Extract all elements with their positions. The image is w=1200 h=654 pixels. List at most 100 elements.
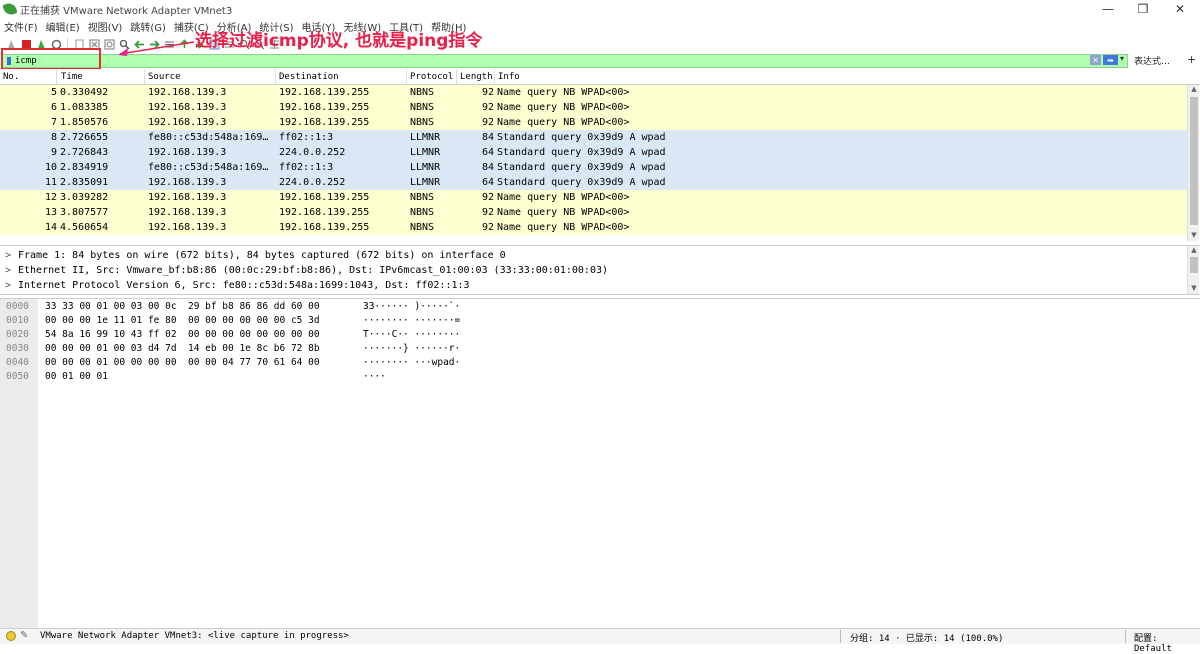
packet-info: Standard query 0x39d9 A wpad <box>497 147 666 158</box>
expression-button[interactable]: 表达式… <box>1134 54 1170 67</box>
bytes-hex[interactable]: 00 00 00 01 00 00 00 00 00 00 04 77 70 6… <box>45 356 320 370</box>
profile-selector[interactable]: 配置: Default <box>1134 631 1200 654</box>
packet-length: 64 <box>481 147 494 158</box>
packet-no: 10 <box>44 162 57 173</box>
column-header-destination[interactable]: Destination <box>276 69 407 85</box>
packet-list-header: No. Time Source Destination Protocol Len… <box>0 69 1200 85</box>
packet-destination: 192.168.139.255 <box>279 192 370 203</box>
scroll-thumb[interactable] <box>1190 97 1198 225</box>
bytes-ascii[interactable]: ········ ·······= <box>363 314 460 328</box>
capture-comment-icon[interactable]: ✎ <box>20 630 28 641</box>
bytes-offset: 0010 <box>6 315 29 326</box>
bytes-ascii[interactable]: 33······ )·····`· <box>363 300 460 314</box>
bytes-ascii[interactable]: ···· <box>363 370 386 384</box>
menu-file[interactable]: 文件(F) <box>4 19 38 34</box>
column-header-source[interactable]: Source <box>145 69 276 85</box>
wireshark-fin-icon <box>2 1 18 17</box>
packet-protocol: NBNS <box>410 207 435 218</box>
packet-info: Standard query 0x39d9 A wpad <box>497 177 666 188</box>
packet-no: 11 <box>44 177 57 188</box>
expert-info-led-icon[interactable] <box>6 631 16 641</box>
packet-length: 92 <box>481 102 494 113</box>
bytes-ascii[interactable]: ········ ···wpad· <box>363 356 460 370</box>
bytes-hex[interactable]: 33 33 00 01 00 03 00 0c 29 bf b8 86 86 d… <box>45 300 320 314</box>
add-filter-button[interactable]: + <box>1187 53 1196 66</box>
packet-time: 4.560654 <box>60 222 109 233</box>
packet-row[interactable]: 11 2.835091 192.168.139.3 224.0.0.252 LL… <box>0 175 1187 190</box>
packet-info: Name query NB WPAD<00> <box>497 192 630 203</box>
packet-row[interactable]: 14 4.560654 192.168.139.3 192.168.139.25… <box>0 220 1187 235</box>
packet-source: 192.168.139.3 <box>148 207 227 218</box>
clear-filter-icon[interactable]: ✕ <box>1090 55 1101 65</box>
packet-row[interactable]: 5 0.330492 192.168.139.3 192.168.139.255… <box>0 85 1187 100</box>
bytes-offset: 0020 <box>6 329 29 340</box>
expand-chevron-icon[interactable]: > <box>5 248 11 263</box>
packet-row[interactable]: 13 3.807577 192.168.139.3 192.168.139.25… <box>0 205 1187 220</box>
scroll-up-icon[interactable]: ▲ <box>1188 85 1200 95</box>
packet-destination: 192.168.139.255 <box>279 102 370 113</box>
menu-bar: 文件(F) 编辑(E) 视图(V) 跳转(G) 捕获(C) 分析(A) 统计(S… <box>0 18 1200 35</box>
filter-history-chevron-icon[interactable]: ▾ <box>1120 54 1124 63</box>
packet-source: 192.168.139.3 <box>148 177 227 188</box>
bytes-hex[interactable]: 00 00 00 1e 11 01 fe 80 00 00 00 00 00 0… <box>45 314 320 328</box>
packet-info: Name query NB WPAD<00> <box>497 87 630 98</box>
packet-row[interactable]: 9 2.726843 192.168.139.3 224.0.0.252 LLM… <box>0 145 1187 160</box>
packet-row[interactable]: 12 3.039282 192.168.139.3 192.168.139.25… <box>0 190 1187 205</box>
maximize-button[interactable]: ❐ <box>1125 0 1161 18</box>
column-header-info[interactable]: Info <box>495 69 1187 85</box>
packet-time: 0.330492 <box>60 87 109 98</box>
packet-protocol: NBNS <box>410 87 435 98</box>
bytes-ascii[interactable]: T····C·· ········ <box>363 328 460 342</box>
packet-length: 92 <box>481 192 494 203</box>
apply-filter-icon[interactable]: ➡ <box>1103 55 1118 65</box>
packet-destination: 192.168.139.255 <box>279 87 370 98</box>
packet-no: 7 <box>50 117 57 128</box>
packet-row[interactable]: 10 2.834919 fe80::c53d:548a:169… ff02::1… <box>0 160 1187 175</box>
packet-row[interactable]: 7 1.850576 192.168.139.3 192.168.139.255… <box>0 115 1187 130</box>
status-divider <box>1125 630 1126 643</box>
scroll-thumb[interactable] <box>1190 257 1198 273</box>
column-header-length[interactable]: Length <box>457 69 495 85</box>
packet-protocol: NBNS <box>410 102 435 113</box>
packet-row[interactable]: 8 2.726655 fe80::c53d:548a:169… ff02::1:… <box>0 130 1187 145</box>
packet-info: Name query NB WPAD<00> <box>497 102 630 113</box>
packet-list-scrollbar[interactable]: ▲ ▼ <box>1187 85 1199 241</box>
packet-time: 1.850576 <box>60 117 109 128</box>
menu-view[interactable]: 视图(V) <box>88 19 123 34</box>
scroll-up-icon[interactable]: ▲ <box>1188 246 1200 256</box>
filter-highlight-box <box>1 48 101 70</box>
packet-destination: 192.168.139.255 <box>279 117 370 128</box>
packet-time: 2.726843 <box>60 147 109 158</box>
close-button[interactable]: ✕ <box>1162 0 1198 18</box>
bytes-hex[interactable]: 00 01 00 01 <box>45 370 108 384</box>
status-bar: ✎ VMware Network Adapter VMnet3: <live c… <box>0 628 1200 654</box>
packet-destination: 224.0.0.252 <box>279 147 346 158</box>
expand-chevron-icon[interactable]: > <box>5 263 11 278</box>
menu-go[interactable]: 跳转(G) <box>130 19 166 34</box>
column-header-no[interactable]: No. <box>0 69 57 85</box>
column-header-time[interactable]: Time <box>57 69 145 85</box>
packet-source: 192.168.139.3 <box>148 117 227 128</box>
packet-row[interactable]: 6 1.083385 192.168.139.3 192.168.139.255… <box>0 100 1187 115</box>
bytes-ascii[interactable]: ·······} ······r· <box>363 342 460 356</box>
packet-length: 92 <box>481 222 494 233</box>
menu-edit[interactable]: 编辑(E) <box>46 19 80 34</box>
minimize-button[interactable]: — <box>1090 0 1126 18</box>
column-header-protocol[interactable]: Protocol <box>407 69 457 85</box>
bytes-hex[interactable]: 54 8a 16 99 10 43 ff 02 00 00 00 00 00 0… <box>45 328 320 342</box>
packet-protocol: LLMNR <box>410 177 441 188</box>
bytes-hex[interactable]: 00 00 00 01 00 03 d4 7d 14 eb 00 1e 8c b… <box>45 342 320 356</box>
packet-time: 2.726655 <box>60 132 109 143</box>
packet-bytes-pane: 0000 33 33 00 01 00 03 00 0c 29 bf b8 86… <box>0 298 1200 629</box>
capture-status-text: VMware Network Adapter VMnet3: <live cap… <box>40 631 349 641</box>
packet-time: 1.083385 <box>60 102 109 113</box>
packet-no: 13 <box>44 207 57 218</box>
packet-destination: ff02::1:3 <box>279 132 334 143</box>
packet-details-pane: > Frame 1: 84 bytes on wire (672 bits), … <box>0 245 1200 295</box>
details-scrollbar[interactable]: ▲ ▼ <box>1187 246 1199 294</box>
expand-chevron-icon[interactable]: > <box>5 278 11 293</box>
packet-protocol: NBNS <box>410 117 435 128</box>
scroll-down-icon[interactable]: ▼ <box>1188 284 1200 294</box>
scroll-down-icon[interactable]: ▼ <box>1188 231 1200 241</box>
packet-source: 192.168.139.3 <box>148 147 227 158</box>
